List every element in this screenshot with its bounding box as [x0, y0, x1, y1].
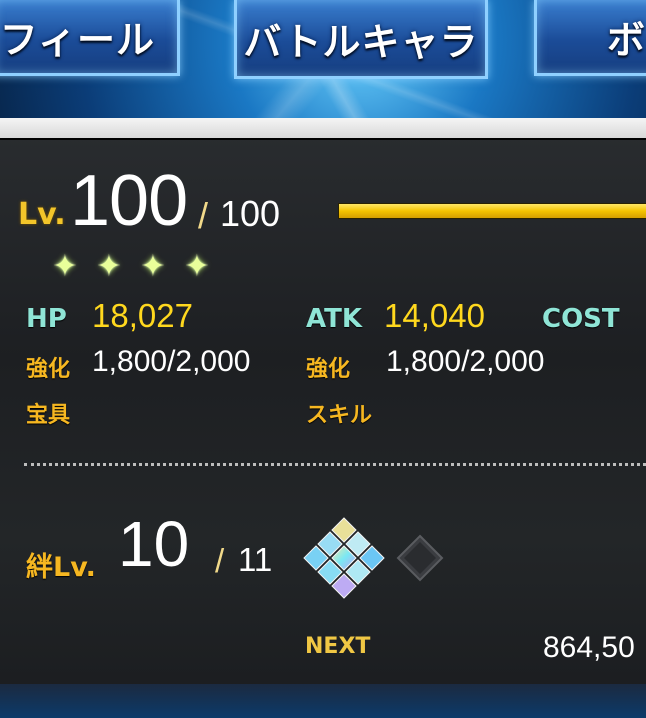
tab-profile[interactable]: ロフィール	[0, 0, 180, 76]
level-value: 100	[70, 161, 188, 241]
bond-slash: /	[215, 542, 225, 579]
bond-level-label: 絆Lv.	[26, 552, 96, 583]
panel-top-border	[0, 118, 646, 138]
hp-value: 18,027	[92, 297, 193, 334]
atk-enhance-value: 1,800/2,000	[386, 345, 545, 378]
level-progress-bar	[338, 203, 646, 219]
star-icon: ✦	[96, 249, 122, 284]
rarity-stars: ✦ ✦ ✦ ✦	[50, 252, 212, 282]
tab-voice[interactable]: ボ	[534, 0, 646, 76]
hp-enhance-label: 強化	[26, 357, 71, 382]
bond-crystal-icon	[303, 517, 385, 599]
level-max: 100	[220, 193, 281, 234]
star-icon: ✦	[184, 249, 210, 284]
panel-divider	[0, 138, 646, 140]
bond-next-value: 864,50	[543, 631, 635, 664]
atk-label: ATK	[306, 304, 362, 334]
cost-label: COST	[542, 304, 620, 334]
skill-label: スキル	[306, 403, 373, 428]
level-label: Lv.	[18, 197, 66, 232]
tab-battle-character-label: バトルキャラ	[243, 19, 479, 64]
atk-enhance-label: 強化	[306, 357, 351, 382]
bond-level-value: 10	[118, 508, 190, 580]
level-progress-fill	[339, 204, 646, 218]
bond-next-label: NEXT	[305, 634, 371, 659]
bond-crystal-empty-icon	[396, 534, 444, 582]
tab-profile-label: ロフィール	[0, 18, 155, 62]
panel-bottom-strip	[0, 684, 646, 718]
tab-battle-character[interactable]: バトルキャラ	[234, 0, 488, 79]
bond-level-max: 11	[238, 541, 273, 578]
star-icon: ✦	[52, 249, 78, 284]
noble-phantasm-label: 宝具	[26, 403, 71, 428]
section-divider	[24, 463, 646, 466]
atk-value: 14,040	[384, 297, 485, 334]
level-slash: /	[198, 195, 209, 236]
hp-enhance-value: 1,800/2,000	[92, 345, 251, 378]
tab-voice-label: ボ	[607, 18, 646, 62]
hp-label: HP	[26, 304, 67, 334]
star-icon: ✦	[140, 249, 166, 284]
